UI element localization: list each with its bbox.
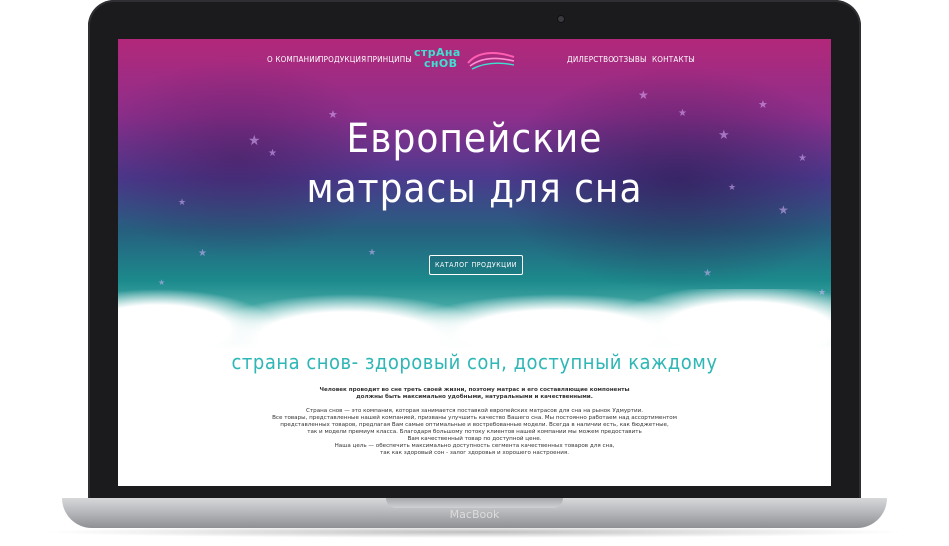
- laptop-mockup: MacBook ★ ★ ★ ★ ★ ★ ★ ★ ★ ★ ★ ★ ★ ★ ★ ★ …: [0, 0, 949, 546]
- logo-swoosh-icon: [467, 52, 515, 70]
- star-icon: ★: [198, 248, 207, 259]
- brand-label: MacBook: [449, 508, 500, 521]
- camera-icon: [558, 16, 564, 22]
- screen: ★ ★ ★ ★ ★ ★ ★ ★ ★ ★ ★ ★ ★ ★ ★ ★ О КОМПАН…: [118, 39, 831, 486]
- star-icon: ★: [368, 248, 377, 258]
- site-logo[interactable]: стрАна снОВ: [414, 45, 530, 79]
- nav-item-principles[interactable]: ПРИНЦИПЫ: [367, 55, 412, 64]
- goal-line: Наша цель — обеспечить максимально досту…: [334, 443, 615, 449]
- goal-line: так как здоровый сон - залог здоровья и …: [379, 450, 570, 456]
- nav-item-products[interactable]: ПРОДУКЦИЯ: [318, 55, 366, 64]
- intro-line: должны быть максимально удобными, натура…: [356, 394, 593, 400]
- paragraph-line: Все товары, представленные нашей компани…: [272, 415, 677, 421]
- star-icon: ★: [703, 268, 712, 279]
- star-icon: ★: [818, 288, 827, 298]
- star-icon: ★: [758, 98, 768, 111]
- laptop-notch: [386, 498, 563, 508]
- about-paragraph: Страна снов — это компания, которая зани…: [268, 408, 681, 443]
- paragraph-line: представленных товаров, предлагая Вам са…: [280, 422, 669, 428]
- paragraph-line: Страна снов — это компания, которая зани…: [305, 408, 643, 414]
- section-heading: страна снов- здоровый сон, доступный каж…: [231, 350, 718, 374]
- star-icon: ★: [638, 88, 649, 102]
- nav-item-about[interactable]: О КОМПАНИИ: [267, 55, 320, 64]
- hero-title-line-2: матрасы для сна: [306, 166, 643, 212]
- logo-line-2: снОВ: [424, 57, 458, 70]
- nav-item-contacts[interactable]: КОНТАКТЫ: [652, 55, 695, 64]
- paragraph-line: Вам качественный товар по доступной цене…: [407, 436, 542, 442]
- hero-title-line-1: Европейские: [346, 116, 603, 162]
- intro-text: Человек проводит во сне треть своей жизн…: [268, 387, 681, 401]
- intro-line: Человек проводит во сне треть своей жизн…: [319, 387, 630, 393]
- hero-headline: Европейские матрасы для сна: [118, 114, 831, 214]
- goal-paragraph: Наша цель — обеспечить максимально досту…: [268, 443, 681, 457]
- nav-item-dealership[interactable]: ДИЛЕРСТВО: [567, 55, 614, 64]
- logo-text: стрАна снОВ: [414, 47, 461, 69]
- nav-item-reviews[interactable]: ОТЗЫВЫ: [613, 55, 647, 64]
- star-icon: ★: [158, 278, 166, 287]
- paragraph-line: так и модели премиум класса. Благодаря б…: [307, 429, 642, 435]
- hero-section: ★ ★ ★ ★ ★ ★ ★ ★ ★ ★ ★ ★ ★ ★ ★ ★ О КОМПАН…: [118, 39, 831, 359]
- bottom-bezel: [92, 486, 857, 498]
- catalog-button[interactable]: КАТАЛОГ ПРОДУКЦИИ: [429, 255, 523, 275]
